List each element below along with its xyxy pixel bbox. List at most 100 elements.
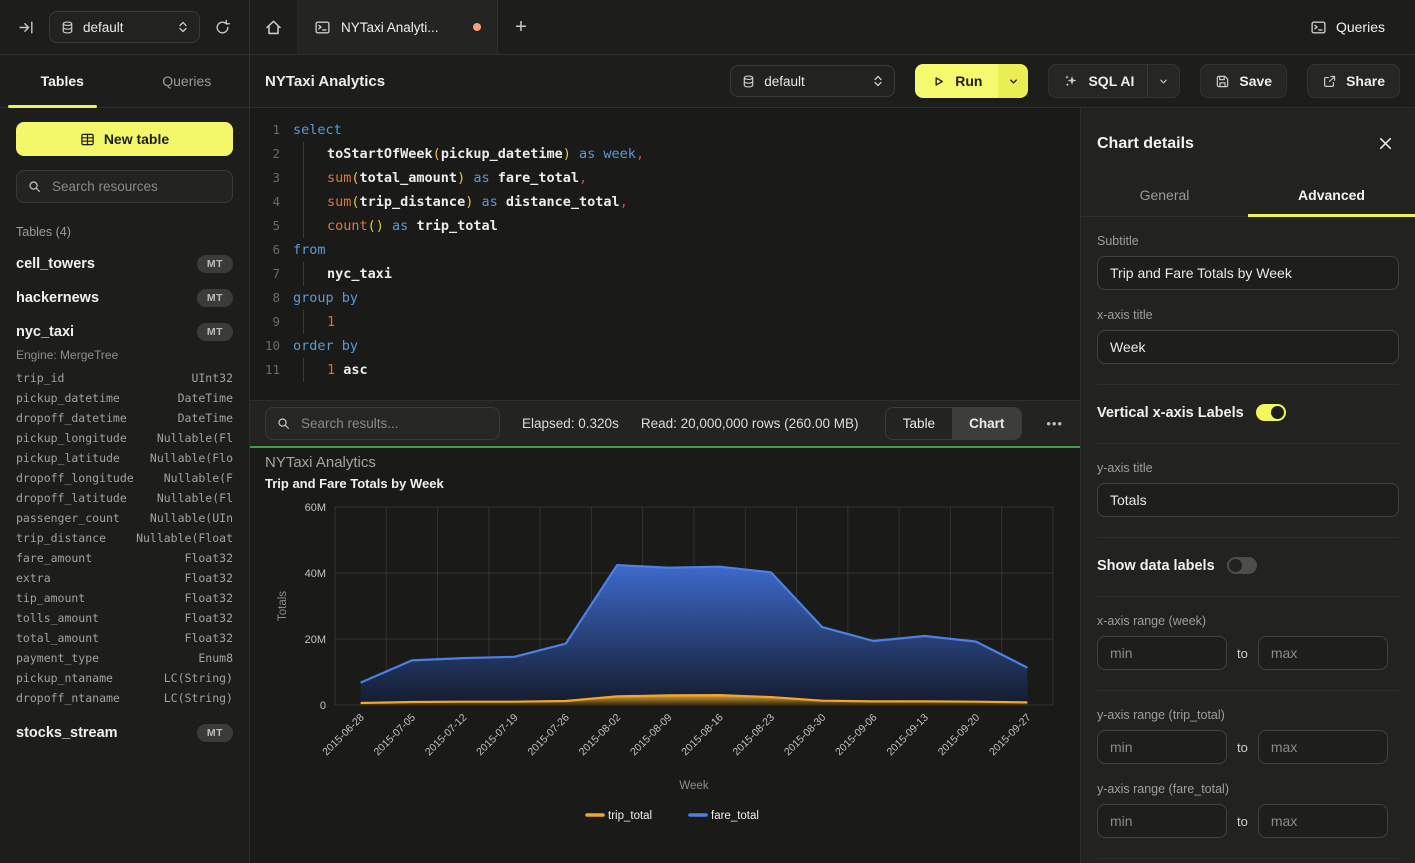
queries-button[interactable]: Queries: [1304, 18, 1391, 37]
sidebar-database-selector[interactable]: default: [49, 11, 200, 43]
yaxis-range-fare-min-input[interactable]: [1097, 804, 1227, 838]
column-row: dropoff_ntanameLC(String): [16, 688, 233, 708]
svg-text:2015-06-28: 2015-06-28: [320, 712, 367, 759]
column-type: Nullable(UIn: [150, 508, 233, 528]
yaxis-range-trip-min-input[interactable]: [1097, 730, 1227, 764]
close-panel-button[interactable]: [1376, 134, 1395, 153]
code-token: ,: [620, 190, 628, 214]
code-line: 111 asc: [250, 358, 1080, 382]
column-type: Float32: [185, 548, 233, 568]
xaxis-range-min-input[interactable]: [1097, 636, 1227, 670]
code-line: 10order by: [250, 334, 1080, 358]
save-button[interactable]: Save: [1200, 64, 1287, 98]
code-token: [595, 142, 603, 166]
xaxis-range-max-input[interactable]: [1258, 636, 1388, 670]
code-line: 5count() as trip_total: [250, 214, 1080, 238]
table-row[interactable]: hackernewsMT: [16, 289, 233, 307]
column-row: dropoff_longitudeNullable(F: [16, 468, 233, 488]
code-token: 1: [327, 358, 335, 382]
tab-advanced[interactable]: Advanced: [1248, 177, 1415, 216]
svg-text:2015-08-23: 2015-08-23: [731, 712, 778, 759]
column-row: fare_amountFloat32: [16, 548, 233, 568]
svg-text:0: 0: [320, 700, 326, 712]
code-token: count: [327, 214, 368, 238]
tables-list: cell_towersMThackernewsMTnyc_taxiMTEngin…: [16, 255, 233, 742]
column-row: tolls_amountFloat32: [16, 608, 233, 628]
code-token: select: [293, 118, 342, 142]
column-row: dropoff_datetimeDateTime: [16, 408, 233, 428]
search-resources-input[interactable]: [50, 178, 222, 195]
yaxis-range-trip-max-input[interactable]: [1258, 730, 1388, 764]
code-token: [293, 190, 327, 214]
view-toggle-table[interactable]: Table: [886, 408, 952, 439]
code-token: trip_distance: [360, 190, 466, 214]
svg-text:2015-08-30: 2015-08-30: [782, 712, 829, 759]
search-icon: [276, 416, 291, 431]
svg-text:20M: 20M: [305, 634, 326, 646]
yaxis-range-fare-max-input[interactable]: [1258, 804, 1388, 838]
svg-text:2015-07-26: 2015-07-26: [525, 712, 572, 759]
sidebar-tab-queries[interactable]: Queries: [125, 55, 250, 107]
data-labels-group: Show data labels: [1097, 538, 1399, 597]
column-type: UInt32: [191, 368, 233, 388]
sidebar-tabs: Tables Queries: [0, 55, 249, 108]
database-icon: [741, 74, 756, 89]
xaxis-range-label: x-axis range (week): [1097, 614, 1399, 628]
column-row: total_amountFloat32: [16, 628, 233, 648]
table-row[interactable]: stocks_streamMT: [16, 724, 233, 742]
more-options-button[interactable]: •••: [1044, 412, 1065, 435]
code-line: 91: [250, 310, 1080, 334]
new-tab-button[interactable]: +: [498, 0, 544, 54]
new-table-button[interactable]: New table: [16, 122, 233, 156]
code-token: [408, 214, 416, 238]
table-name: nyc_taxi: [16, 324, 74, 340]
refresh-button[interactable]: [210, 15, 235, 40]
search-results-input[interactable]: [299, 415, 489, 432]
chart-details-panel: Chart details General Advanced Subtitle …: [1080, 108, 1415, 863]
code-token: 1: [327, 310, 335, 334]
subtitle-label: Subtitle: [1097, 234, 1399, 248]
sql-ai-button[interactable]: SQL AI: [1048, 64, 1180, 98]
yaxis-ranges-group: y-axis range (trip_total) to y-axis rang…: [1097, 691, 1399, 859]
yaxis-title-group: y-axis title: [1097, 444, 1399, 538]
run-button[interactable]: Run: [915, 64, 998, 98]
sidebar-search: [16, 170, 233, 203]
view-toggle-chart[interactable]: Chart: [952, 408, 1021, 439]
tables-section-label: Tables (4): [16, 225, 233, 239]
code-token: ): [465, 190, 473, 214]
unsaved-indicator-dot: [473, 23, 481, 31]
table-name: cell_towers: [16, 256, 95, 272]
run-button-group: Run: [915, 64, 1028, 98]
code-token: from: [293, 238, 326, 262]
collapse-sidebar-button[interactable]: [14, 15, 39, 40]
share-button[interactable]: Share: [1307, 64, 1400, 98]
sql-editor[interactable]: 1select2toStartOfWeek(pickup_datetime) a…: [250, 108, 1080, 400]
column-type: DateTime: [178, 388, 233, 408]
run-options-button[interactable]: [998, 64, 1028, 98]
svg-text:Week: Week: [679, 780, 708, 792]
xaxis-title-input[interactable]: [1097, 330, 1399, 364]
sidebar-tab-tables[interactable]: Tables: [0, 55, 125, 107]
table-grid-icon: [80, 132, 95, 147]
chevron-updown-icon: [177, 20, 189, 34]
yaxis-title-input[interactable]: [1097, 483, 1399, 517]
svg-text:Totals: Totals: [277, 591, 289, 621]
vertical-xaxis-labels-toggle[interactable]: [1256, 404, 1286, 421]
sql-ai-options-button[interactable]: [1147, 65, 1179, 97]
table-row[interactable]: nyc_taxiMT: [16, 323, 233, 341]
code-token: asc: [343, 358, 367, 382]
table-row[interactable]: cell_towersMT: [16, 255, 233, 273]
tab-nytaxi-analytics[interactable]: NYTaxi Analyti...: [298, 0, 498, 54]
show-data-labels-toggle[interactable]: [1227, 557, 1257, 574]
subtitle-input[interactable]: [1097, 256, 1399, 290]
column-name: dropoff_latitude: [16, 488, 127, 508]
home-tab-button[interactable]: [250, 0, 298, 54]
column-name: total_amount: [16, 628, 99, 648]
column-name: extra: [16, 568, 51, 588]
svg-text:2015-07-05: 2015-07-05: [372, 712, 419, 759]
query-database-selector[interactable]: default: [730, 65, 895, 97]
query-title: NYTaxi Analytics: [265, 73, 385, 90]
tab-general[interactable]: General: [1081, 177, 1248, 216]
svg-text:2015-08-16: 2015-08-16: [679, 712, 726, 759]
code-token: [293, 310, 327, 334]
